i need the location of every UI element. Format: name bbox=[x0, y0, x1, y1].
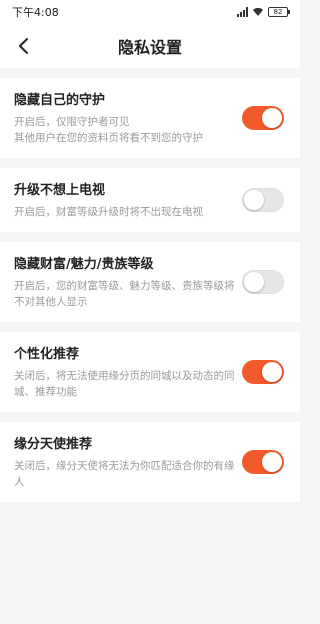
setting-desc: 关闭后，缘分天使将无法为你匹配适合你的有缘人 bbox=[14, 460, 235, 488]
setting-title: 升级不想上电视 bbox=[14, 183, 106, 198]
hide-guard-toggle[interactable] bbox=[242, 106, 284, 130]
status-icons: 82 bbox=[237, 7, 290, 17]
hide-levels-toggle[interactable] bbox=[242, 270, 284, 294]
setting-title: 个性化推荐 bbox=[14, 347, 80, 362]
setting-hide-guard: 隐藏自己的守护 开启后，仅限守护者可见 其他用户在您的资料页将看不到您的守护 bbox=[0, 78, 300, 158]
setting-desc: 开启后，仅限守护者可见 其他用户在您的资料页将看不到您的守护 bbox=[14, 116, 203, 144]
setting-desc: 关闭后，将无法使用缘分页的同城以及动态的同城、推荐功能 bbox=[14, 370, 235, 398]
wifi-icon bbox=[253, 7, 263, 17]
divider bbox=[0, 158, 300, 168]
toggle-knob bbox=[262, 362, 282, 382]
toggle-knob bbox=[244, 190, 264, 210]
status-bar: 下午4:08 82 bbox=[0, 0, 300, 24]
setting-desc: 开启后，您的财富等级、魅力等级、贵族等级将不对其他人显示 bbox=[14, 280, 235, 308]
status-time: 下午4:08 bbox=[12, 6, 59, 19]
divider bbox=[0, 322, 300, 332]
personalized-recommend-toggle[interactable] bbox=[242, 360, 284, 384]
toggle-knob bbox=[244, 272, 264, 292]
setting-upgrade-no-tv: 升级不想上电视 开启后，财富等级升级时将不出现在电视 bbox=[0, 168, 300, 232]
upgrade-no-tv-toggle[interactable] bbox=[242, 188, 284, 212]
nav-bar: 隐私设置 bbox=[0, 24, 300, 68]
page-title: 隐私设置 bbox=[117, 38, 182, 57]
battery-level: 82 bbox=[273, 8, 283, 16]
fate-angel-toggle[interactable] bbox=[242, 450, 284, 474]
settings-list: 隐藏自己的守护 开启后，仅限守护者可见 其他用户在您的资料页将看不到您的守护 升… bbox=[0, 78, 300, 502]
setting-desc: 开启后，财富等级升级时将不出现在电视 bbox=[14, 206, 203, 218]
setting-title: 缘分天使推荐 bbox=[14, 437, 93, 452]
toggle-knob bbox=[262, 108, 282, 128]
setting-title: 隐藏财富/魅力/贵族等级 bbox=[14, 257, 154, 272]
battery-icon: 82 bbox=[268, 7, 290, 17]
setting-hide-levels: 隐藏财富/魅力/贵族等级 开启后，您的财富等级、魅力等级、贵族等级将不对其他人显… bbox=[0, 242, 300, 322]
back-arrow-icon[interactable] bbox=[14, 36, 34, 56]
setting-fate-angel: 缘分天使推荐 关闭后，缘分天使将无法为你匹配适合你的有缘人 bbox=[0, 422, 300, 502]
divider bbox=[0, 232, 300, 242]
toggle-knob bbox=[262, 452, 282, 472]
signal-icon bbox=[237, 7, 248, 17]
divider bbox=[0, 68, 300, 78]
divider bbox=[0, 412, 300, 422]
setting-personalized-recommend: 个性化推荐 关闭后，将无法使用缘分页的同城以及动态的同城、推荐功能 bbox=[0, 332, 300, 412]
setting-title: 隐藏自己的守护 bbox=[14, 93, 106, 108]
